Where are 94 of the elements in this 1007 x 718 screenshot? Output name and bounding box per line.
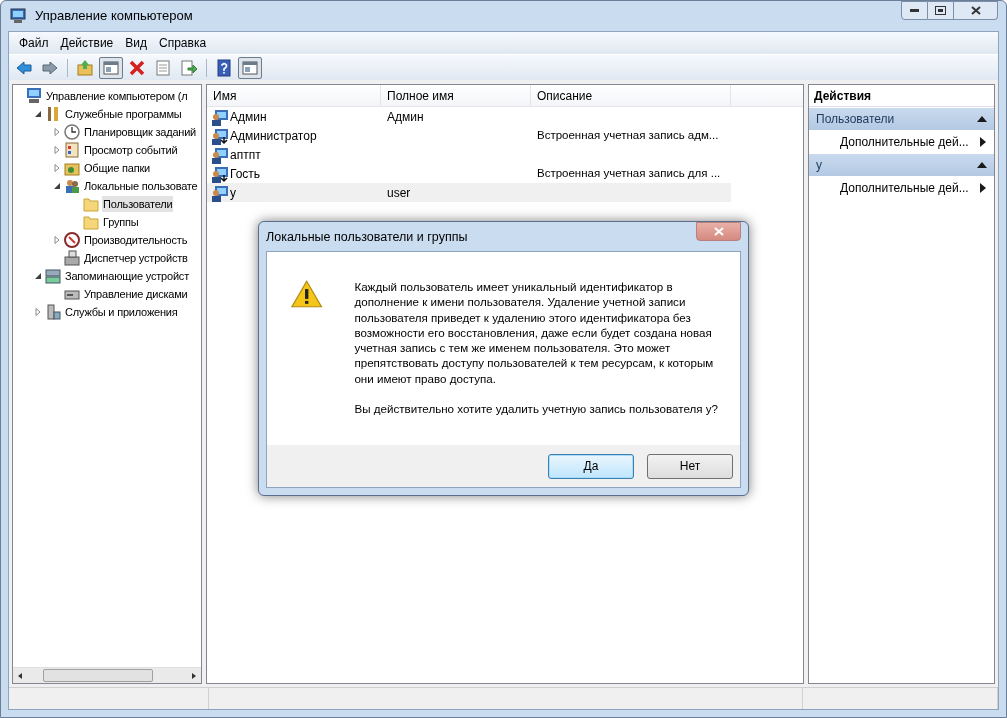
- collapse-icon[interactable]: [977, 116, 987, 122]
- menu-item[interactable]: Файл: [13, 32, 55, 54]
- help-icon: [215, 58, 233, 77]
- folder-icon: [82, 195, 100, 213]
- table-cell-text: Гость: [230, 165, 261, 183]
- tree-item[interactable]: Служебные программы: [64, 106, 183, 122]
- table-cell: user: [387, 185, 411, 200]
- table-cell-text: Администратор: [230, 127, 317, 145]
- dialog-button[interactable]: Да: [548, 453, 634, 479]
- submenu-arrow-icon: [980, 136, 986, 147]
- tree-item[interactable]: Запоминающие устройст: [64, 268, 190, 284]
- table-cell-text: аптпт: [230, 146, 261, 164]
- toolbar-button[interactable]: [238, 56, 262, 79]
- tree-item[interactable]: Группы: [102, 214, 140, 230]
- close-icon: [713, 227, 724, 236]
- tree-item[interactable]: Управление компьютером (л: [45, 88, 189, 104]
- column-header[interactable]: Имя: [207, 85, 381, 106]
- close-button[interactable]: [954, 1, 998, 20]
- folder-icon: [82, 213, 100, 231]
- performance-icon: [63, 231, 81, 249]
- delete-icon: [128, 58, 146, 77]
- dialog-message: Каждый пользователь имеет уникальный идентификатор в дополнение к имени пользователя. Удаление учетной записи пользователя приведет к удалению этого идентификатора без возможности его восстановления, даже если будет создана новая учетная запись с тем же именем пользователя. Это может препятствовать доступу пользователей к тем ресурсам, к которым они имеют право доступа.: [354, 279, 715, 387]
- user-icon: [211, 183, 229, 202]
- storage-icon: [44, 267, 62, 285]
- tree-item[interactable]: Пользователи: [102, 196, 174, 212]
- collapsed-icon[interactable]: [53, 164, 61, 172]
- maximize-button[interactable]: [928, 1, 954, 20]
- user-down-icon: [211, 164, 229, 183]
- services-icon: [44, 303, 62, 321]
- table-row[interactable]: аптпт: [207, 145, 731, 164]
- table-row[interactable]: Администратор Встроенная учетная запись адм...: [207, 126, 731, 145]
- menu-item[interactable]: Справка: [153, 32, 213, 54]
- device-manager-icon: [63, 249, 81, 267]
- tree-item[interactable]: Службы и приложения: [64, 304, 179, 320]
- tree-item[interactable]: Управление дисками: [83, 286, 189, 302]
- expanded-icon[interactable]: [34, 110, 42, 118]
- scroll-thumb[interactable]: [43, 669, 153, 682]
- close-icon: [970, 6, 981, 15]
- column-header[interactable]: Полное имя: [381, 85, 531, 106]
- menu-item[interactable]: Вид: [119, 32, 153, 54]
- section-header[interactable]: Пользователи: [809, 108, 994, 130]
- horizontal-scrollbar[interactable]: [13, 667, 201, 683]
- table-row[interactable]: Гость Встроенная учетная запись для ...: [207, 164, 731, 183]
- tree-item[interactable]: Общие папки: [83, 160, 151, 176]
- expanded-icon[interactable]: [34, 272, 42, 280]
- dialog-title: Локальные пользователи и группы: [266, 229, 468, 247]
- table-cell-text: y: [230, 184, 236, 202]
- users-icon: [63, 177, 81, 195]
- minimize-icon: [910, 9, 919, 12]
- actions-title: Действия: [809, 85, 994, 107]
- column-header[interactable]: Описание: [531, 85, 731, 106]
- warning-icon: [290, 279, 324, 309]
- collapsed-icon[interactable]: [34, 308, 42, 316]
- menu-item[interactable]: Действие: [54, 32, 120, 54]
- action-item[interactable]: Дополнительные дей...: [809, 130, 994, 153]
- submenu-arrow-icon: [980, 182, 986, 193]
- user-down-icon: [211, 126, 229, 145]
- event-log-icon: [63, 141, 81, 159]
- tree-item[interactable]: Производительность: [83, 232, 189, 248]
- clock-icon: [63, 123, 81, 141]
- action-item[interactable]: Дополнительные дей...: [809, 176, 994, 199]
- table-cell: Админ: [387, 109, 424, 124]
- section-header[interactable]: y: [809, 154, 994, 176]
- tree-item[interactable]: Просмотр событий: [83, 142, 179, 158]
- table-row[interactable]: y user: [207, 183, 731, 202]
- export-icon: [180, 58, 198, 77]
- forward-arrow-icon: [41, 58, 59, 77]
- expanded-icon[interactable]: [53, 182, 61, 190]
- user-icon: [211, 145, 229, 164]
- minimize-button[interactable]: [901, 1, 928, 20]
- folder-up-icon: [76, 58, 94, 77]
- tree-item[interactable]: Планировщик заданий: [83, 124, 198, 140]
- computer-icon: [25, 87, 43, 105]
- restore-icon: [935, 6, 946, 15]
- table-cell: Встроенная учетная запись адм...: [537, 129, 719, 142]
- collapsed-icon[interactable]: [53, 236, 61, 244]
- tree-item[interactable]: Диспетчер устройств: [83, 250, 189, 266]
- table-row[interactable]: Админ Админ: [207, 107, 731, 126]
- tree-item[interactable]: Локальные пользовате: [83, 178, 199, 194]
- panel-icon: [241, 58, 259, 77]
- dialog-question: Вы действительно хотите удалить учетную запись пользователя y?: [354, 401, 719, 417]
- toolbar-button[interactable]: [99, 56, 123, 79]
- table-cell: Встроенная учетная запись для ...: [537, 167, 721, 180]
- back-arrow-icon: [15, 58, 33, 77]
- user-icon: [211, 107, 229, 126]
- window-title: Управление компьютером: [35, 7, 193, 26]
- table-cell-text: Админ: [230, 108, 267, 126]
- collapsed-icon[interactable]: [53, 128, 61, 136]
- dialog-button[interactable]: Нет: [647, 453, 733, 479]
- collapsed-icon[interactable]: [53, 146, 61, 154]
- properties-icon: [154, 58, 172, 77]
- computer-icon: [9, 8, 27, 24]
- collapse-icon[interactable]: [977, 162, 987, 168]
- panel-icon: [102, 58, 120, 77]
